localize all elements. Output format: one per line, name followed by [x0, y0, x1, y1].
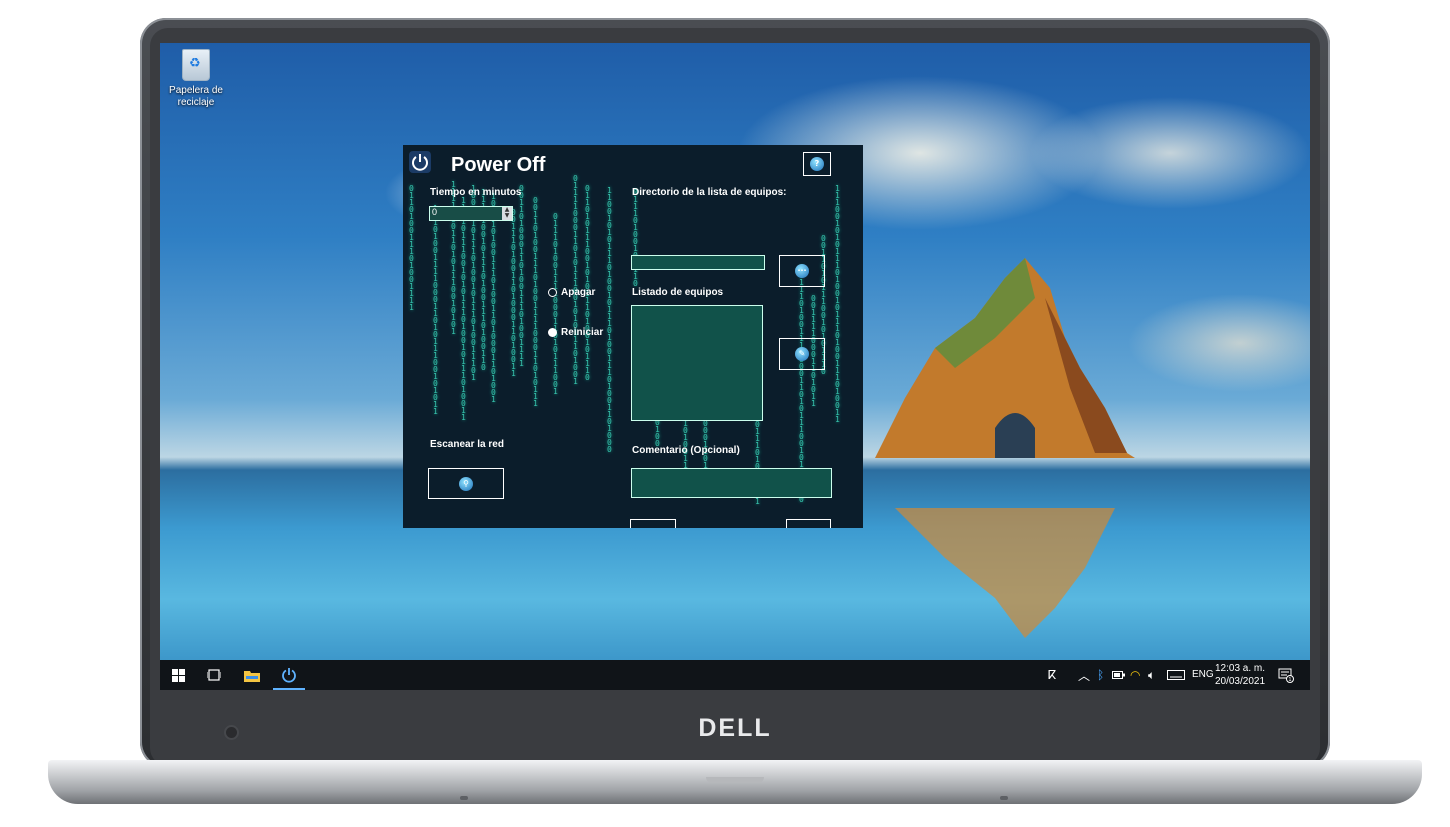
recycle-bin-label: Papelera de reciclaje — [169, 85, 223, 108]
recycle-bin-icon — [182, 49, 210, 81]
comment-label: Comentario (Opcional) — [632, 445, 740, 456]
taskbar: ⴽ ︿ ᛒ ◠ 🔈︎ ENG 12:03 a. m. 20/03/2021 1 — [160, 660, 1310, 690]
desktop-screen: Papelera de reciclaje ⴽ ︿ ᛒ ◠ 🔈︎ ENG 12:… — [160, 43, 1310, 690]
matrix-column: 111010011110001101011100101011 — [433, 205, 438, 416]
wifi-warning-icon[interactable]: ◠ — [1130, 660, 1140, 690]
folder-icon — [244, 670, 260, 682]
comment-input[interactable] — [631, 468, 832, 498]
volume-icon[interactable]: 🔈︎ — [1148, 660, 1155, 690]
matrix-column: 01110100111100011010111001 — [553, 212, 558, 396]
matrix-column: 11010111001010111010010111010011 — [461, 196, 466, 422]
windows-logo-icon — [171, 668, 185, 682]
directory-input[interactable] — [631, 255, 765, 270]
search-icon: ⚲ — [459, 476, 473, 491]
clock-date: 20/03/2021 — [1214, 676, 1266, 687]
task-view-icon — [207, 669, 221, 681]
browse-directory-button[interactable]: ··· — [779, 255, 825, 287]
rubber-foot — [460, 796, 468, 800]
radio-shutdown[interactable] — [548, 288, 557, 297]
spin-arrows-icon[interactable]: ▲ ▼ — [502, 207, 512, 220]
active-app-indicator — [273, 688, 305, 690]
task-view-button[interactable] — [196, 660, 232, 690]
webcam — [226, 727, 237, 738]
scan-network-button[interactable]: ⚲ — [428, 468, 504, 499]
matrix-column: 011110001101011100101011101001 — [573, 174, 578, 386]
computers-listbox[interactable] — [631, 305, 763, 421]
list-label: Listado de equipos — [632, 287, 724, 298]
go-button[interactable]: GO — [786, 519, 831, 528]
time-spinbox[interactable]: 0 ▲ ▼ — [429, 206, 513, 221]
matrix-column: 00110100011010011101001111 — [519, 184, 524, 368]
matrix-column: 101110100111010011010001101001 — [491, 192, 496, 404]
matrix-column: 011010011101001111 — [409, 184, 414, 312]
matrix-column: 1111000110101110010101 — [451, 180, 456, 336]
clock-time: 12:03 a. m. — [1214, 663, 1266, 674]
matrix-column: 0110101110010101110100101110 — [585, 184, 590, 382]
matrix-column: 11001010111010010111010011101001101000 — [607, 186, 612, 454]
dell-logo: DELL — [698, 714, 772, 742]
radio-restart-label: Reiniciar — [561, 327, 604, 338]
rock-reflection — [895, 508, 1115, 638]
scan-label: Escanear la red — [430, 439, 504, 450]
help-button[interactable]: ? — [803, 152, 831, 176]
action-center-icon[interactable]: 1 — [1278, 660, 1294, 690]
power-icon — [282, 668, 296, 683]
matrix-column: 1110010101110100101110100111010011 — [835, 184, 840, 424]
matrix-column: 001101001110100111100011010111 — [533, 196, 538, 408]
recycle-bin-desktop-icon[interactable]: Papelera de reciclaje — [168, 49, 224, 109]
edit-icon: ✎ — [795, 347, 809, 361]
more-icon: ··· — [795, 264, 809, 278]
wallpaper-rock — [875, 258, 1135, 458]
rubber-foot — [1000, 796, 1008, 800]
keyboard-icon[interactable] — [1167, 660, 1185, 690]
cancel-button[interactable]: ⊘ — [630, 519, 676, 528]
power-off-taskbar-button[interactable] — [271, 660, 307, 690]
time-value: 0 — [432, 207, 438, 217]
show-hidden-icons-chevron-up-icon[interactable]: ︿ — [1078, 660, 1090, 690]
start-button[interactable] — [160, 660, 196, 690]
directory-label: Directorio de la lista de equipos: — [632, 187, 787, 198]
time-label: Tiempo en minutos — [430, 187, 522, 198]
clock[interactable]: 12:03 a. m. 20/03/2021 — [1210, 662, 1270, 688]
bluetooth-icon[interactable]: ᛒ — [1097, 660, 1104, 690]
app-title: Power Off — [451, 154, 546, 176]
notification-count: 1 — [1288, 677, 1291, 683]
battery-icon[interactable] — [1112, 660, 1125, 690]
edit-list-button[interactable]: ✎ — [779, 338, 825, 370]
matrix-column: 01110100101110 — [633, 188, 638, 288]
people-icon[interactable]: ⴽ — [1048, 660, 1056, 690]
app-power-icon — [409, 151, 431, 173]
lid-notch — [706, 777, 764, 783]
matrix-column: 001110100110100011010011 — [511, 208, 516, 378]
help-icon: ? — [810, 157, 824, 171]
radio-shutdown-label: Apagar — [561, 287, 596, 298]
file-explorer-button[interactable] — [234, 660, 270, 690]
power-off-window: 011010011101001111 1110100111100011010111… — [403, 145, 863, 528]
radio-restart[interactable] — [548, 328, 557, 337]
